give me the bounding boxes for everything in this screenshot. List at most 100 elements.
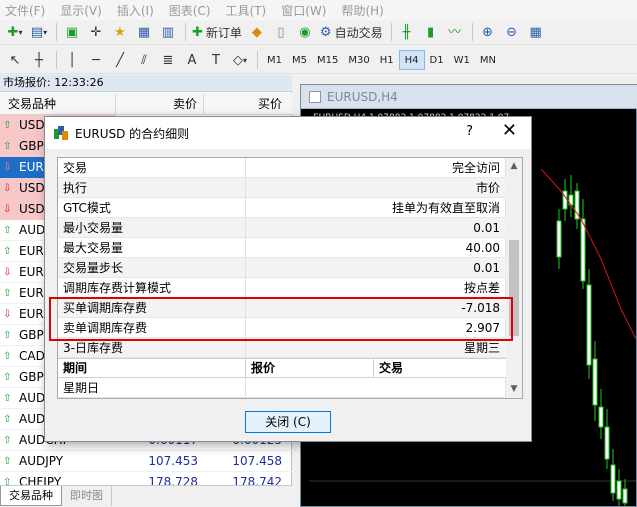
signals-button[interactable]: ▯: [270, 22, 292, 43]
trendline-icon: ╱: [116, 52, 124, 68]
timeframe-w1[interactable]: W1: [449, 50, 475, 70]
spec-row[interactable]: 3-日库存费 星期三: [58, 337, 506, 358]
tile-icon: ▦: [529, 24, 542, 40]
timeframe-m1[interactable]: M1: [262, 50, 287, 70]
channel-button[interactable]: ⫽: [133, 50, 155, 71]
market-watch-icon: ▣: [65, 24, 79, 40]
vertical-line-button[interactable]: │: [61, 50, 83, 71]
candle-body: [580, 218, 586, 282]
help-button[interactable]: ?: [466, 124, 473, 139]
tab-tick-chart[interactable]: 即时图: [62, 486, 112, 506]
bar-chart-button[interactable]: ╫: [396, 22, 418, 43]
data-window-button[interactable]: ✛: [85, 22, 107, 43]
menu-charts[interactable]: 图表(C): [164, 2, 221, 19]
toolbar-separator: [56, 51, 57, 69]
tile-windows-button[interactable]: ▦: [525, 22, 547, 43]
session-row[interactable]: 星期日: [58, 377, 506, 398]
menu-window[interactable]: 窗口(W): [276, 2, 336, 19]
chart-titlebar[interactable]: EURUSD,H4: [301, 85, 637, 109]
spec-row[interactable]: 买单调期库存费 -7.018: [58, 297, 506, 318]
menu-view[interactable]: 显示(V): [55, 2, 112, 19]
scroll-up-icon[interactable]: ▲: [506, 158, 522, 175]
timeframe-m30[interactable]: M30: [343, 50, 374, 70]
column-ask[interactable]: 买价: [204, 93, 286, 115]
symbol-name: EUR: [19, 265, 44, 279]
timeframe-m5[interactable]: M5: [287, 50, 312, 70]
spec-row[interactable]: 卖单调期库存费 2.907: [58, 317, 506, 338]
timeframe-d1[interactable]: D1: [425, 50, 449, 70]
symbol-name: GBP: [19, 370, 44, 384]
terminal-button[interactable]: ▦: [133, 22, 155, 43]
spec-row[interactable]: 最大交易量 40.00: [58, 237, 506, 258]
candle-body: [562, 190, 568, 210]
menu-insert[interactable]: 插入(I): [112, 2, 164, 19]
fibonacci-button[interactable]: ≣: [157, 50, 179, 71]
spec-row[interactable]: 交易 完全访问: [58, 158, 506, 178]
spec-value: 0.01: [473, 220, 500, 235]
crosshair-button[interactable]: ┼: [28, 50, 50, 71]
arrow-down-icon: ⇩: [3, 182, 12, 194]
timeframe-h4[interactable]: H4: [398, 50, 425, 70]
arrow-down-icon: ⇩: [3, 266, 12, 278]
dialog-titlebar[interactable]: EURUSD 的合约细则: [45, 117, 531, 149]
shapes-icon: ◇: [232, 52, 243, 68]
horizontal-line-icon: ─: [92, 52, 100, 68]
spec-key: 交易量步长: [58, 257, 246, 278]
spec-row[interactable]: GTC模式 挂单为有效直至取消: [58, 197, 506, 218]
arrow-up-icon: ⇧: [3, 434, 12, 446]
text-button[interactable]: A: [181, 50, 203, 71]
toolbar-separator: [471, 23, 473, 41]
candle-body: [556, 220, 562, 258]
navigator-button[interactable]: ★: [109, 22, 131, 43]
close-icon[interactable]: ✕: [502, 121, 517, 141]
zoom-out-button[interactable]: ⊖: [501, 22, 523, 43]
column-bid[interactable]: 卖价: [116, 92, 204, 115]
candle-icon: ▮: [427, 24, 435, 40]
timeframe-mn[interactable]: MN: [475, 50, 501, 70]
column-trade: 交易: [379, 360, 404, 375]
close-button[interactable]: 关闭 (C): [245, 411, 331, 433]
spec-row[interactable]: 执行 市价: [58, 177, 506, 198]
timeframe-m15[interactable]: M15: [312, 50, 343, 70]
candle-chart-button[interactable]: ▮: [420, 22, 442, 43]
tester-icon: ▥: [161, 24, 175, 40]
spec-row[interactable]: 交易量步长 0.01: [58, 257, 506, 278]
vertical-scrollbar[interactable]: ▲ ▼: [505, 158, 522, 398]
scroll-down-icon[interactable]: ▼: [506, 381, 522, 398]
symbol-name: CAD: [19, 349, 45, 363]
auto-trading-button[interactable]: ⚙ 自动交易: [318, 22, 385, 43]
tester-button[interactable]: ▥: [157, 22, 179, 43]
line-chart-icon: 〰: [448, 24, 462, 40]
line-chart-button[interactable]: 〰: [444, 22, 466, 43]
new-order-button[interactable]: ✚ 新订单: [190, 22, 244, 43]
menu-tools[interactable]: 工具(T): [221, 2, 277, 19]
tab-symbols[interactable]: 交易品种: [0, 486, 62, 506]
shapes-button[interactable]: ◇ ▾: [229, 50, 251, 71]
label-button[interactable]: T: [205, 50, 227, 71]
standard-toolbar: ✚ ▾ ▤ ▾ ▣ ✛ ★ ▦ ▥ ✚ 新订单 ◆ ▯ ◉ ⚙ 自动交易 ╫ ▮ 〰 ⊕…: [0, 20, 637, 45]
scroll-thumb[interactable]: [509, 240, 519, 336]
table-row[interactable]: ⇧ AUDJPY 107.453 107.458: [0, 451, 292, 472]
symbol-name: USD: [19, 181, 45, 195]
market-watch-button[interactable]: ▣: [61, 22, 83, 43]
zoom-in-button[interactable]: ⊕: [477, 22, 499, 43]
vps-button[interactable]: ◉: [294, 22, 316, 43]
auto-trading-label: 自动交易: [334, 25, 383, 40]
trendline-button[interactable]: ╱: [109, 50, 131, 71]
metaeditor-button[interactable]: ◆: [246, 22, 268, 43]
spec-row[interactable]: 最小交易量 0.01: [58, 217, 506, 238]
new-chart-button[interactable]: ✚ ▾: [4, 22, 26, 43]
plus-icon: ✚: [7, 24, 19, 40]
spec-row[interactable]: 调期库存费计算模式 按点差: [58, 277, 506, 298]
horizontal-line-button[interactable]: ─: [85, 50, 107, 71]
symbol-cell[interactable]: ⇧ AUDJPY: [0, 451, 116, 472]
cursor-button[interactable]: ↖: [4, 50, 26, 71]
profiles-button[interactable]: ▤ ▾: [28, 22, 50, 43]
spec-key: 最小交易量: [58, 217, 246, 238]
star-icon: ★: [114, 24, 126, 40]
menu-help[interactable]: 帮助(H): [336, 2, 393, 19]
timeframe-h1[interactable]: H1: [375, 50, 399, 70]
column-symbol[interactable]: 交易品种: [0, 92, 116, 115]
menu-file[interactable]: 文件(F): [0, 2, 55, 19]
toolbar-separator: [390, 23, 392, 41]
